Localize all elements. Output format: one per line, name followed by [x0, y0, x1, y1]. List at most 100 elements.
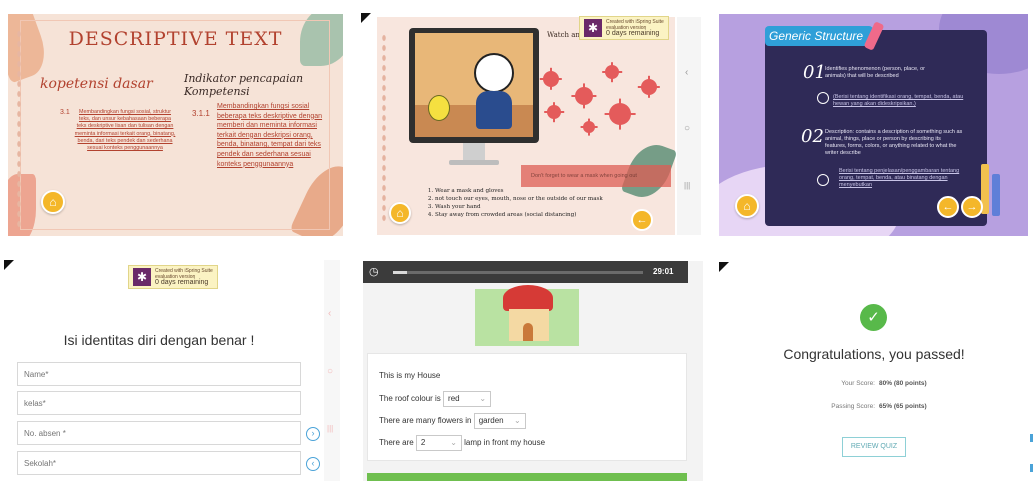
ipk-text: Membandingkan fungsi sosial beberapa tek… [217, 103, 323, 168]
monitor-stand [463, 143, 485, 161]
submit-bar[interactable] [367, 473, 687, 481]
panda-body [476, 91, 512, 129]
nav-recent-icon[interactable]: ||| [684, 181, 690, 190]
nav-back-icon[interactable]: ‹ [685, 67, 688, 78]
nav-home-icon[interactable]: ○ [327, 366, 333, 377]
monitor-base [449, 160, 499, 165]
quiz-screen: ◷ 29:01 This is my House The roof colour… [363, 261, 703, 481]
kd-heading: kopetensi dasar [40, 76, 153, 92]
list-item: Wear a mask and gloves [435, 187, 635, 195]
side-nav: ‹ ○ ||| [677, 17, 701, 235]
prev-button[interactable]: ← [937, 196, 959, 218]
ispring-logo-icon: ✱ [133, 268, 151, 286]
panda-character [474, 53, 514, 93]
question-row-3: There are 2 ⌄ lamp in front my house [379, 435, 545, 451]
question-row-1: The roof colour is red ⌄ [379, 391, 492, 407]
absen-number-field[interactable] [17, 421, 301, 445]
item2-text: Description: contains a description of s… [825, 129, 963, 156]
virus-icon [609, 103, 631, 125]
kd-text: Membandingkan fungsi sosial, struktur te… [74, 109, 176, 152]
slide-generic-structure: Generic Structure 01 Identifies phenomen… [719, 14, 1028, 236]
dot-column [381, 33, 387, 223]
progress-fill [393, 271, 407, 274]
list-item: Wash your hand [435, 203, 635, 211]
question-row-2: There are many flowers in garden ⌄ [379, 413, 526, 429]
passing-score-value: 65% (65 points) [879, 403, 927, 410]
chevron-down-icon: ⌄ [450, 438, 457, 447]
chevron-down-icon: ⌄ [514, 416, 521, 425]
rules-list: Wear a mask and gloves not touch our eye… [425, 187, 635, 219]
item2-number: 02 [801, 126, 824, 147]
home-button[interactable]: ⌂ [389, 202, 411, 224]
next-page-icon[interactable]: › [306, 427, 320, 441]
timer-value: 29:01 [653, 267, 674, 276]
virus-icon [605, 65, 619, 79]
name-field[interactable] [17, 362, 301, 386]
home-icon: ⌂ [743, 199, 751, 213]
school-field[interactable] [17, 451, 301, 475]
virus-icon [575, 87, 593, 105]
roof-colour-select[interactable]: red ⌄ [443, 391, 492, 407]
evaluation-badge: ✱ Created with iSpring Suite evaluation v… [128, 265, 218, 289]
kd-number: 3.1 [60, 109, 70, 116]
house-roof [503, 285, 553, 311]
pencil-icon [992, 174, 1000, 216]
evaluation-badge: ✱ Created with iSpring Suite evaluation v… [579, 16, 669, 40]
item1-note: (Berisi tentang identifikasi orang, temp… [833, 94, 964, 107]
ispring-logo-icon: ✱ [584, 19, 602, 37]
chevron-down-icon: ⌄ [479, 394, 487, 403]
nav-home-icon[interactable]: ○ [684, 123, 690, 134]
virus-icon [543, 71, 559, 87]
identity-form-screen: ✱ Created with iSpring Suite evaluation v… [4, 260, 340, 481]
home-button[interactable]: ⌂ [41, 190, 65, 214]
virus-icon [583, 121, 595, 133]
home-icon: ⌂ [396, 206, 404, 220]
page-title: DESCRIPTIVE TEXT [68, 28, 283, 50]
progress-track [393, 271, 643, 274]
house-door [523, 323, 533, 341]
item2-note: Berisi tentang penjelasan/penggambaran t… [839, 168, 960, 188]
slide-watch-video: Watch and ✱ Created with iSpring Suite ev… [361, 13, 701, 236]
form-heading: Isi identitas diri dengan benar ! [63, 332, 255, 348]
edge-indicator [1030, 434, 1033, 442]
question-title: This is my House [379, 371, 441, 380]
your-score-label: Your Score: [841, 380, 875, 387]
nav-back-icon[interactable]: ‹ [328, 308, 331, 319]
edge-indicator [1030, 464, 1033, 472]
dot-column [16, 29, 22, 229]
check-icon: ✓ [860, 304, 887, 331]
virus-icon [547, 105, 561, 119]
prev-page-icon[interactable]: ‹ [306, 457, 320, 471]
flowers-location-select[interactable]: garden ⌄ [473, 413, 526, 429]
lamp-count-select[interactable]: 2 ⌄ [415, 435, 462, 451]
passing-score-label: Passing Score: [831, 403, 875, 410]
next-button[interactable]: → [961, 196, 983, 218]
arrow-right-icon: → [966, 201, 978, 213]
side-nav: ‹ ○ ||| [324, 260, 340, 481]
home-icon: ⌂ [49, 195, 57, 209]
your-score-value: 80% (80 points) [879, 380, 927, 387]
list-item: not touch our eyes, mouth, nose or the o… [435, 195, 635, 203]
search-icon [817, 92, 829, 104]
timer-icon: ◷ [369, 266, 379, 278]
search-icon [817, 174, 829, 186]
corner-mark [719, 262, 729, 272]
arrow-left-icon: ← [636, 214, 648, 226]
result-heading: Congratulations, you passed! [783, 346, 965, 362]
nav-recent-icon[interactable]: ||| [327, 424, 333, 433]
review-quiz-button[interactable]: REVIEW QUIZ [842, 437, 906, 457]
home-button[interactable]: ⌂ [735, 194, 759, 218]
prev-button[interactable]: ← [631, 209, 653, 231]
arrow-left-icon: ← [942, 201, 954, 213]
item1-text: Identifies phenomenon (person, place, or… [825, 66, 925, 79]
chick-character [428, 95, 450, 121]
slide-descriptive-text: DESCRIPTIVE TEXT kopetensi dasar Indikat… [8, 14, 343, 236]
item1-number: 01 [803, 62, 826, 83]
ipk-heading: Indikator pencapaian Kompetensi [184, 72, 304, 98]
quiz-result-screen: ✓ Congratulations, you passed! Your Scor… [719, 262, 1034, 481]
tooltip-banner: Don't forget to wear a mask when going o… [521, 165, 671, 187]
page-title: Generic Structure [769, 29, 864, 43]
class-field[interactable] [17, 391, 301, 415]
corner-mark [361, 13, 371, 23]
list-item: Stay away from crowded areas (social dis… [435, 211, 635, 219]
